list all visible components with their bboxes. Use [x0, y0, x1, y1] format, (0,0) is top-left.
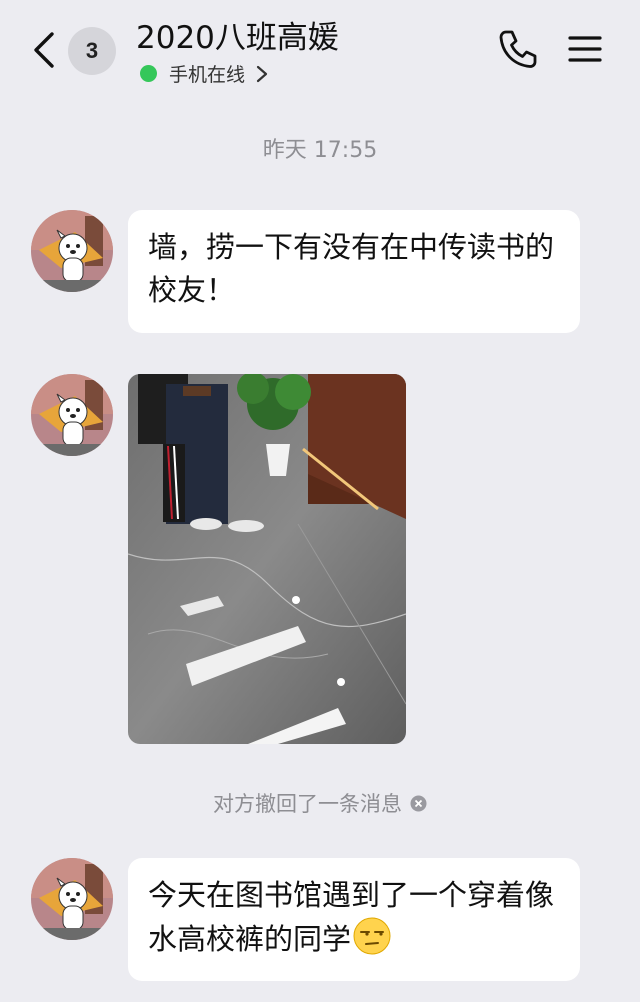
message-timestamp: 昨天 17:55	[262, 138, 378, 163]
close-circle-icon[interactable]	[410, 795, 427, 812]
recall-notice: 对方撤回了一条消息	[0, 788, 640, 818]
recall-text: 对方撤回了一条消息	[213, 792, 402, 816]
chevron-right-icon	[256, 65, 268, 82]
message-bubble[interactable]: 墙，捞一下有没有在中传读书的校友！	[128, 210, 580, 333]
status-text: 手机在线	[169, 64, 246, 86]
message-text: 今天在图书馆遇到了一个穿着像水高校裤的同学	[148, 878, 555, 956]
unread-count-badge[interactable]: 3	[68, 27, 116, 75]
contact-avatar[interactable]	[31, 210, 113, 292]
contact-avatar[interactable]	[31, 374, 113, 456]
message-bubble[interactable]: 今天在图书馆遇到了一个穿着像水高校裤的同学	[128, 858, 580, 981]
menu-icon[interactable]	[568, 34, 602, 64]
contact-avatar[interactable]	[31, 858, 113, 940]
phone-icon[interactable]	[497, 28, 539, 70]
message-text: 墙，捞一下有没有在中传读书的校友！	[148, 230, 555, 307]
unamused-face-emoji-icon	[353, 917, 391, 955]
online-dot-icon	[140, 65, 157, 82]
back-icon[interactable]	[30, 30, 58, 70]
photo-message[interactable]	[128, 374, 406, 744]
chat-header: 3 2020八班高媛 手机在线	[0, 0, 640, 100]
contact-name[interactable]: 2020八班高媛	[136, 12, 339, 57]
online-status[interactable]: 手机在线	[140, 60, 269, 87]
